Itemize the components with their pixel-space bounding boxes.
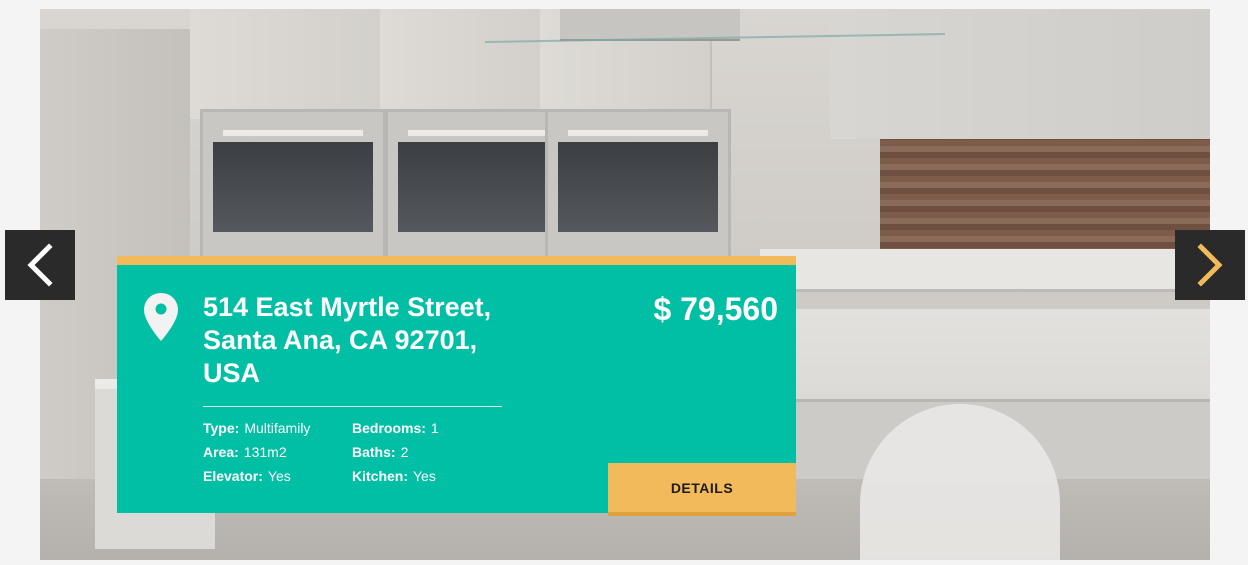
spec-baths: Baths: 2 xyxy=(352,444,408,460)
countertop xyxy=(760,249,1210,292)
spec-type: Type: Multifamily xyxy=(203,420,310,436)
spec-label: Bedrooms: xyxy=(352,420,426,436)
address-line: Santa Ana, CA 92701, xyxy=(203,325,478,355)
spec-value: 131m2 xyxy=(243,444,287,460)
listing-address: 514 East Myrtle Street, Santa Ana, CA 92… xyxy=(203,291,523,390)
spec-label: Area: xyxy=(203,444,239,460)
spec-label: Kitchen: xyxy=(352,468,408,484)
details-button[interactable]: DETAILS xyxy=(608,463,796,516)
slider-next-button[interactable] xyxy=(1175,230,1245,300)
slider-prev-button[interactable] xyxy=(5,230,75,300)
spec-label: Elevator: xyxy=(203,468,263,484)
spec-value: Multifamily xyxy=(244,420,311,436)
spec-value: Yes xyxy=(413,468,436,484)
backsplash xyxy=(880,139,1210,254)
oven xyxy=(385,109,571,275)
spec-elevator: Elevator: Yes xyxy=(203,468,291,484)
spec-area: Area: 131m2 xyxy=(203,444,287,460)
spec-bedrooms: Bedrooms: 1 xyxy=(352,420,439,436)
divider xyxy=(203,406,502,407)
map-pin-icon xyxy=(144,293,178,341)
spec-label: Baths: xyxy=(352,444,396,460)
listing-price: $ 79,560 xyxy=(653,291,778,327)
oven xyxy=(200,109,386,275)
oven xyxy=(545,109,731,275)
chevron-right-icon xyxy=(1197,243,1223,287)
address-line: USA xyxy=(203,358,261,388)
listing-card: 514 East Myrtle Street, Santa Ana, CA 92… xyxy=(117,256,796,516)
chevron-left-icon xyxy=(27,243,53,287)
spec-label: Type: xyxy=(203,420,240,436)
spec-value: Yes xyxy=(267,468,291,484)
spec-value: 1 xyxy=(430,420,439,436)
spec-value: 2 xyxy=(400,444,409,460)
spec-kitchen: Kitchen: Yes xyxy=(352,468,436,484)
kitchen-cabinet xyxy=(190,9,382,119)
address-line: 514 East Myrtle Street, xyxy=(203,292,492,322)
